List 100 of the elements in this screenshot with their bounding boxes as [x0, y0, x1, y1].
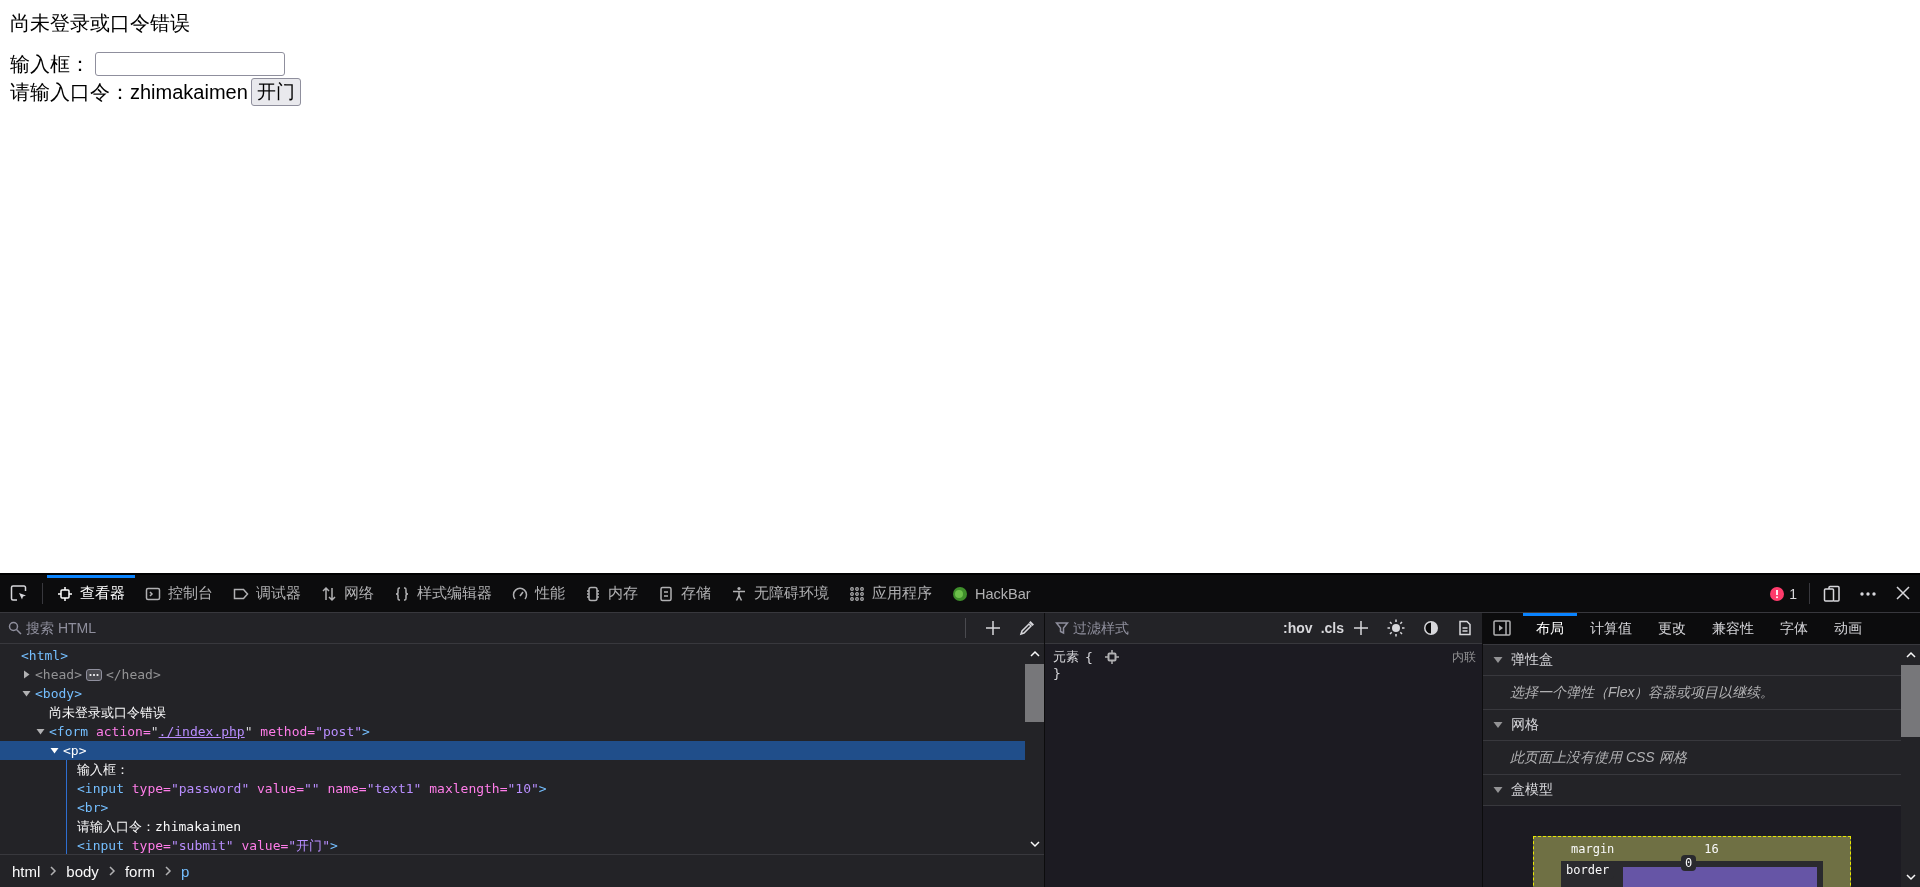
sidebar-tab[interactable]: 字体 — [1767, 613, 1821, 644]
sidebar-tab[interactable]: 动画 — [1821, 613, 1875, 644]
input-label: 输入框： — [10, 51, 90, 77]
tree-row[interactable]: <input type="submit" value="开门"> — [0, 836, 1025, 854]
devtools-tab[interactable]: 调试器 — [223, 575, 311, 612]
chevron-right-icon — [49, 866, 58, 876]
tree-row[interactable]: <form action="./index.php" method="post"> — [0, 722, 1025, 741]
plus-icon[interactable] — [1353, 620, 1369, 636]
section-header[interactable]: 弹性盒 — [1483, 645, 1901, 676]
devtools-tab[interactable]: 网络 — [311, 575, 384, 612]
terminal-icon — [145, 585, 161, 602]
open-brace: { — [1085, 649, 1093, 665]
error-count[interactable]: 1 — [1762, 575, 1805, 612]
sidebar-tab[interactable]: 兼容性 — [1699, 613, 1767, 644]
status-message: 尚未登录或口令错误 — [10, 11, 191, 36]
devtools-tab[interactable]: 性能 — [502, 575, 575, 612]
breadcrumb[interactable]: p — [180, 862, 190, 880]
panel-toggle-icon[interactable] — [1493, 620, 1511, 636]
scrollbar-thumb[interactable] — [1901, 665, 1920, 737]
breadcrumb[interactable]: form — [124, 862, 155, 880]
error-icon — [1770, 586, 1785, 601]
devtools-tab[interactable]: HackBar — [942, 575, 1041, 612]
section-header[interactable]: 网格 — [1483, 710, 1901, 741]
markup-line: 请输入口令：zhimakaimen — [77, 817, 242, 836]
filter-field[interactable]: 过滤样式 — [1073, 620, 1276, 636]
cabinet-icon — [658, 585, 674, 602]
dots-grid-icon — [849, 585, 865, 602]
triangle-right-icon[interactable] — [22, 670, 31, 679]
section-header[interactable]: 盒模型 — [1483, 775, 1901, 806]
markup-line: 尚未登录或口令错误 — [49, 703, 166, 722]
search-field[interactable]: 搜索 HTML — [26, 620, 965, 636]
markup-line: <p> — [63, 743, 87, 758]
dock-icon[interactable] — [1823, 585, 1841, 603]
markup-line: <html> — [21, 648, 68, 663]
tree-row[interactable]: <body> — [0, 684, 1025, 703]
section-message: 此页面上没有使用 CSS 网格 — [1483, 741, 1901, 775]
triangle-down-icon[interactable] — [22, 689, 31, 698]
ellipsis-icon[interactable] — [85, 668, 102, 681]
submit-button[interactable]: 开门 — [250, 78, 301, 106]
breadcrumb[interactable]: html — [12, 862, 41, 880]
toggle-button[interactable]: .cls — [1320, 620, 1344, 636]
sidebar-tab[interactable]: 更改 — [1645, 613, 1699, 644]
rule-source[interactable]: 内联 — [1452, 648, 1476, 666]
chevron-right-icon — [163, 866, 172, 876]
markup-line: <form action="./index.php" method="post"> — [49, 724, 370, 739]
section-message: 选择一个弹性（Flex）容器或项目以继续。 — [1483, 676, 1901, 710]
plus-icon[interactable] — [985, 620, 1001, 636]
box-label: margin — [1571, 842, 1615, 856]
scroll-down-icon[interactable] — [1904, 871, 1917, 883]
sun-icon[interactable] — [1387, 619, 1405, 637]
contrast-icon[interactable] — [1423, 620, 1439, 636]
devtools-tab[interactable]: 应用程序 — [839, 575, 942, 612]
markup-line: <input type="password" value="" name="text1" maxlength="10"> — [77, 781, 547, 796]
markup-line: </head> — [105, 667, 161, 682]
search-icon — [8, 621, 22, 635]
cursor-box-icon[interactable] — [10, 584, 28, 602]
markup-line: <input type="submit" value="开门"> — [77, 836, 338, 854]
tree-row[interactable]: 输入框： — [0, 760, 1025, 779]
triangle-down-icon[interactable] — [50, 746, 59, 755]
round-logo-icon — [952, 585, 968, 602]
target-icon[interactable] — [1104, 650, 1119, 664]
eyedropper-icon[interactable] — [1019, 620, 1035, 636]
tree-row[interactable]: <input type="password" value="" name="text1" maxlength="10"> — [0, 779, 1025, 798]
hint-text: 请输入口令：zhimakaimen — [10, 79, 248, 105]
tree-row[interactable]: <html> — [0, 646, 1025, 665]
gauge-icon — [512, 585, 528, 602]
toggle-button[interactable]: :hov — [1283, 620, 1313, 636]
devtools-tab[interactable]: 控制台 — [135, 575, 223, 612]
chevron-right-icon — [107, 866, 116, 876]
close-icon[interactable] — [1895, 585, 1911, 601]
margin-value[interactable]: 16 — [1704, 842, 1719, 856]
tree-row[interactable]: <p> — [0, 741, 1025, 760]
devtools-tab[interactable]: 内存 — [575, 575, 648, 612]
tree-row[interactable]: <head> </head> — [0, 665, 1025, 684]
tree-row[interactable]: <br> — [0, 798, 1025, 817]
sidebar-tab[interactable]: 计算值 — [1577, 613, 1645, 644]
chip-icon — [585, 585, 601, 602]
devtools-tab[interactable]: 样式编辑器 — [384, 575, 502, 612]
border-value[interactable]: 0 — [1681, 855, 1697, 871]
devtools-tab[interactable]: 存储 — [648, 575, 721, 612]
markup-line: <br> — [77, 800, 109, 815]
document-icon[interactable] — [1457, 620, 1473, 636]
tree-row[interactable]: 尚未登录或口令错误 — [0, 703, 1025, 722]
frame-icon — [57, 585, 73, 602]
up-down-arrows-icon — [321, 585, 337, 602]
breadcrumb[interactable]: body — [66, 862, 99, 880]
triangle-down-icon[interactable] — [36, 727, 45, 736]
person-icon — [731, 585, 747, 602]
tree-row[interactable]: 请输入口令：zhimakaimen — [0, 817, 1025, 836]
close-brace: } — [1053, 666, 1062, 683]
braces-icon — [394, 585, 410, 602]
markup-line: <body> — [35, 686, 82, 701]
scroll-down-icon[interactable] — [1028, 838, 1041, 850]
devtools-tab[interactable]: 无障碍环境 — [721, 575, 839, 612]
markup-line: 输入框： — [77, 760, 129, 779]
markup-line: <head> — [35, 667, 82, 682]
filter-icon — [1055, 621, 1069, 635]
rule-selector: 元素 — [1053, 648, 1079, 666]
password-field[interactable] — [95, 52, 285, 76]
scrollbar-thumb[interactable] — [1025, 664, 1044, 722]
